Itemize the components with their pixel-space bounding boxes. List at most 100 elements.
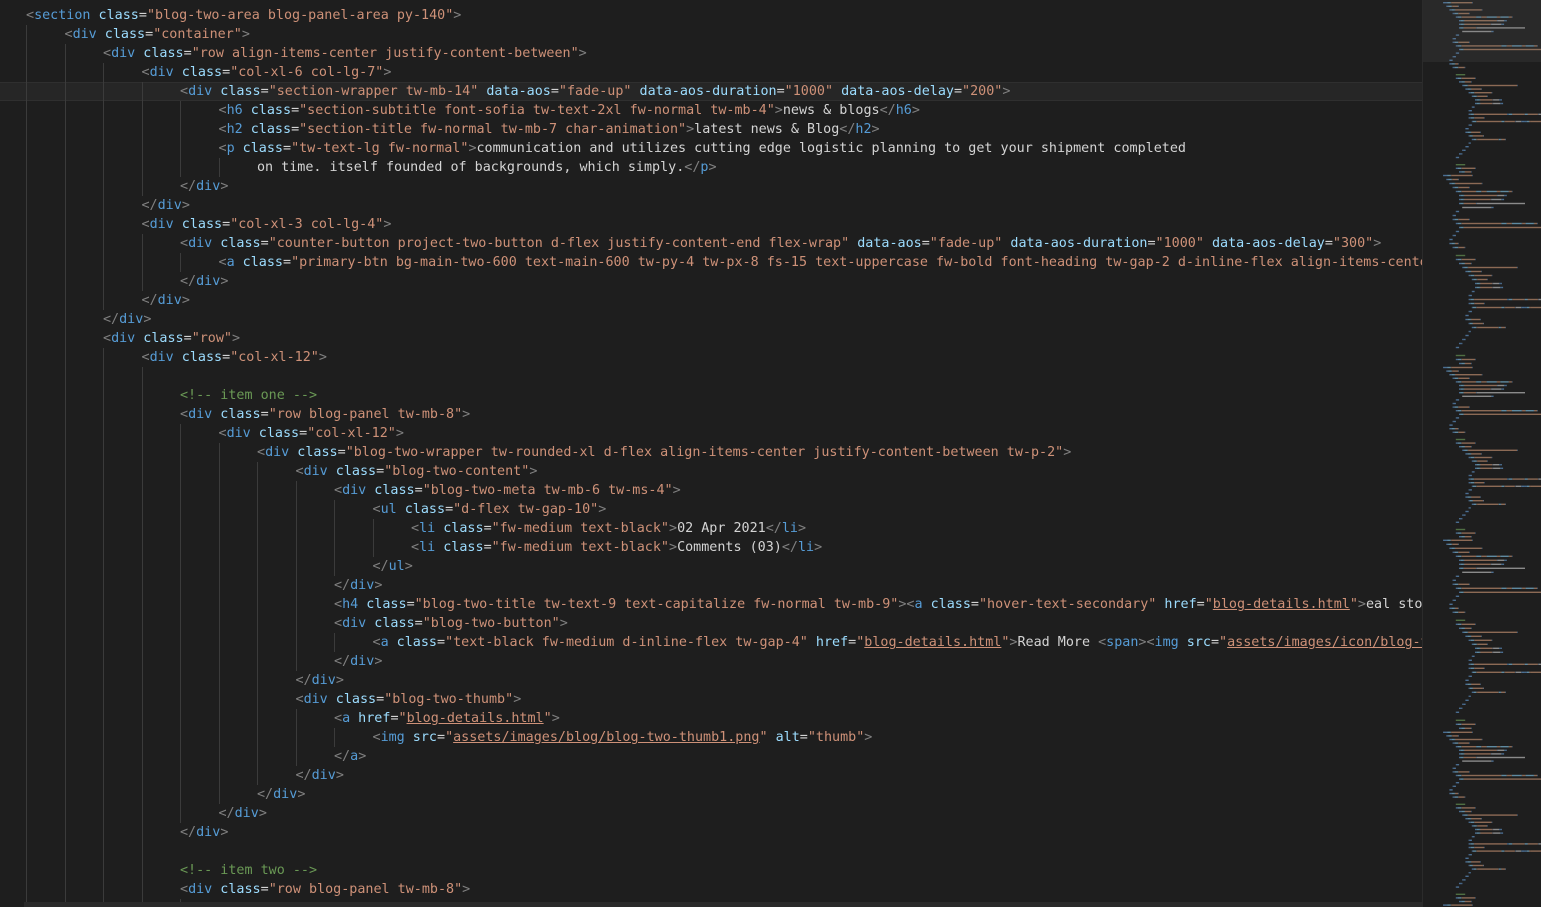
code-line[interactable]: </div> bbox=[0, 823, 1422, 842]
minimap-stroke bbox=[1491, 206, 1493, 209]
code-token[interactable]: assets/images/blog/blog-two-thumb1.png bbox=[453, 730, 759, 745]
minimap-stroke bbox=[1456, 711, 1459, 713]
minimap-stroke bbox=[1512, 113, 1525, 115]
code-line[interactable]: </div> bbox=[0, 785, 1422, 804]
minimap-stroke bbox=[1471, 655, 1473, 657]
code-token: p bbox=[226, 141, 235, 156]
indent-guide bbox=[64, 519, 66, 538]
code-line[interactable]: <div class="row align-items-center justi… bbox=[0, 44, 1422, 63]
indent-guide bbox=[295, 595, 297, 614]
minimap-stroke bbox=[1453, 599, 1456, 601]
minimap-stroke bbox=[1448, 370, 1452, 372]
code-line[interactable] bbox=[0, 842, 1422, 861]
minimap-stroke bbox=[1459, 446, 1462, 448]
minimap-stroke bbox=[1476, 671, 1502, 673]
indent-guide bbox=[103, 63, 104, 82]
minimap-stroke bbox=[1476, 643, 1478, 645]
code-line[interactable]: </a> bbox=[0, 747, 1422, 766]
indent-guide bbox=[141, 481, 143, 500]
minimap-stroke bbox=[1486, 555, 1497, 557]
code-line[interactable]: <div class="col-xl-6 col-lg-7"> bbox=[0, 63, 1422, 82]
code-line[interactable]: <div class="blog-two-wrapper tw-rounded-… bbox=[0, 443, 1422, 462]
code-line[interactable]: <div class="col-xl-12"> bbox=[0, 348, 1422, 367]
code-line[interactable]: <p class="tw-text-lg fw-normal">communic… bbox=[0, 139, 1422, 158]
code-line[interactable]: <div class="container"> bbox=[0, 25, 1422, 44]
code-line[interactable]: <div class="blog-two-meta tw-mb-6 tw-ms-… bbox=[0, 481, 1422, 500]
code-token: "blog-two-content" bbox=[384, 464, 530, 479]
code-editor[interactable]: <section class="blog-two-area blog-panel… bbox=[0, 0, 1422, 907]
code-line[interactable]: <div class="blog-two-thumb"> bbox=[0, 690, 1422, 709]
code-line[interactable]: </div> bbox=[0, 310, 1422, 329]
code-token[interactable]: blog-details.html bbox=[864, 635, 1001, 650]
minimap-stroke bbox=[1473, 825, 1477, 827]
code-line[interactable]: <ul class="d-flex tw-gap-10"> bbox=[0, 500, 1422, 519]
code-line[interactable]: <div class="counter-button project-two-b… bbox=[0, 234, 1422, 253]
code-line[interactable]: <div class="blog-two-content"> bbox=[0, 462, 1422, 481]
minimap-stroke bbox=[1468, 266, 1518, 269]
code-line[interactable]: <div class="row"> bbox=[0, 329, 1422, 348]
minimap-stroke bbox=[1465, 171, 1472, 173]
code-text: <div class="blog-two-meta tw-mb-6 tw-ms-… bbox=[334, 481, 681, 500]
code-line[interactable]: <a class="text-black fw-medium d-inline-… bbox=[0, 633, 1422, 652]
code-line[interactable]: </ul> bbox=[0, 557, 1422, 576]
code-line[interactable]: <div class="section-wrapper tw-mb-14" da… bbox=[0, 82, 1422, 101]
code-line[interactable]: <!-- item one --> bbox=[0, 386, 1422, 405]
code-line[interactable]: </div> bbox=[0, 652, 1422, 671]
code-line[interactable]: </div> bbox=[0, 766, 1422, 785]
code-line[interactable]: <li class="fw-medium text-black">Comment… bbox=[0, 538, 1422, 557]
code-line[interactable]: <div class="row blog-panel tw-mb-8"> bbox=[0, 880, 1422, 899]
code-line[interactable]: <div class="blog-two-button"> bbox=[0, 614, 1422, 633]
code-line[interactable]: </div> bbox=[0, 291, 1422, 310]
minimap-stroke bbox=[1452, 603, 1453, 605]
minimap-stroke bbox=[1500, 647, 1502, 649]
code-line[interactable]: <h2 class="section-title fw-normal tw-mb… bbox=[0, 120, 1422, 139]
code-token: alt bbox=[767, 730, 800, 745]
code-line[interactable]: <a class="primary-btn bg-main-two-600 te… bbox=[0, 253, 1422, 272]
code-line[interactable]: <img src="assets/images/blog/blog-two-th… bbox=[0, 728, 1422, 747]
horizontal-scrollbar[interactable] bbox=[24, 902, 1422, 907]
minimap-stroke bbox=[1479, 99, 1481, 101]
minimap-stroke bbox=[1474, 846, 1484, 849]
indent-guide bbox=[64, 614, 66, 633]
code-line[interactable] bbox=[0, 367, 1422, 386]
minimap-stroke bbox=[1497, 555, 1501, 557]
minimap-stroke bbox=[1472, 850, 1477, 852]
minimap-stroke bbox=[1460, 518, 1462, 520]
indent-guide bbox=[218, 747, 220, 766]
minimap-stroke bbox=[1508, 298, 1512, 301]
code-line[interactable]: </div> bbox=[0, 804, 1422, 823]
code-token: class bbox=[135, 331, 184, 346]
code-token: href bbox=[1156, 597, 1197, 612]
code-token[interactable]: assets/images/icon/blog-two-arr bbox=[1227, 635, 1422, 650]
code-line[interactable]: </div> bbox=[0, 576, 1422, 595]
code-line[interactable]: <h4 class="blog-two-title tw-text-9 text… bbox=[0, 595, 1422, 614]
code-line[interactable]: </div> bbox=[0, 177, 1422, 196]
minimap-stroke bbox=[1456, 782, 1459, 784]
minimap-stroke bbox=[1455, 803, 1466, 805]
code-line[interactable]: on time. itself founded of backgrounds, … bbox=[0, 158, 1422, 177]
code-line[interactable]: </div> bbox=[0, 196, 1422, 215]
code-line[interactable]: </div> bbox=[0, 272, 1422, 291]
code-token[interactable]: blog-details.html bbox=[407, 711, 544, 726]
code-token[interactable]: blog-details.html bbox=[1213, 597, 1350, 612]
code-line[interactable]: <div class="row blog-panel tw-mb-8"> bbox=[0, 405, 1422, 424]
minimap-stroke bbox=[1496, 194, 1498, 197]
code-line[interactable]: </div> bbox=[0, 671, 1422, 690]
minimap-stroke bbox=[1468, 310, 1470, 313]
minimap-slider[interactable] bbox=[1423, 0, 1541, 62]
indent-guide bbox=[26, 671, 27, 690]
code-line[interactable]: <a href="blog-details.html"> bbox=[0, 709, 1422, 728]
code-line[interactable]: <div class="col-xl-12"> bbox=[0, 424, 1422, 443]
minimap-stroke bbox=[1480, 496, 1481, 498]
code-line[interactable]: <section class="blog-two-area blog-panel… bbox=[0, 6, 1422, 25]
code-line[interactable]: <!-- item two --> bbox=[0, 861, 1422, 880]
code-token: ul bbox=[380, 502, 397, 517]
code-text: </div> bbox=[180, 823, 228, 842]
minimap[interactable] bbox=[1422, 0, 1541, 907]
minimap-stroke bbox=[1456, 410, 1458, 412]
code-line[interactable]: <div class="col-xl-3 col-lg-4"> bbox=[0, 215, 1422, 234]
indent-guide bbox=[26, 861, 27, 880]
code-line[interactable]: <li class="fw-medium text-black">02 Apr … bbox=[0, 519, 1422, 538]
minimap-stroke bbox=[1472, 306, 1473, 309]
code-line[interactable]: <h6 class="section-subtitle font-sofia t… bbox=[0, 101, 1422, 120]
